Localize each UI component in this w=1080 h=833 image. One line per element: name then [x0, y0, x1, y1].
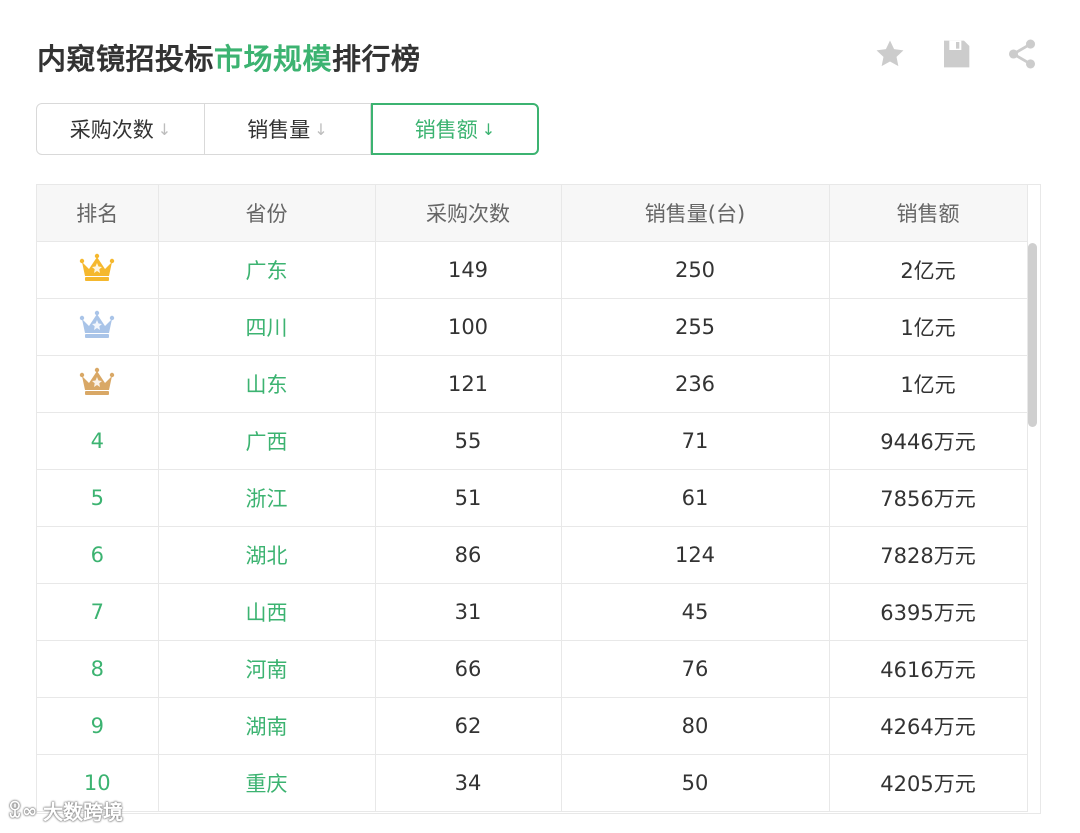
ranking-table: 排名 省份 采购次数 销售量(台) 销售额 广东 149 250 2亿元 四川 100 25… [36, 184, 1041, 814]
province-cell[interactable]: 重庆 [158, 754, 376, 812]
sales-amount-cell: 9446万元 [829, 412, 1028, 470]
rank-cell: 5 [37, 469, 159, 527]
crown-icon [80, 253, 115, 281]
header-purchase-count[interactable]: 采购次数 [375, 185, 562, 242]
rank-cell [37, 298, 159, 356]
rank-cell: 4 [37, 412, 159, 470]
sales-volume-cell: 45 [561, 583, 830, 641]
header-rank[interactable]: 排名 [37, 185, 159, 242]
province-cell[interactable]: 湖南 [158, 697, 376, 755]
crown-icon [80, 310, 115, 338]
title-prefix: 内窥镜招投标 [37, 42, 215, 76]
province-cell[interactable]: 河南 [158, 640, 376, 698]
share-icon[interactable] [1004, 36, 1040, 72]
province-cell[interactable]: 山东 [158, 355, 376, 413]
purchase-count-cell: 62 [375, 697, 562, 755]
purchase-count-cell: 55 [375, 412, 562, 470]
table-row[interactable]: 8 河南 66 76 4616万元 [37, 640, 1028, 698]
province-cell[interactable]: 四川 [158, 298, 376, 356]
rank-cell: 8 [37, 640, 159, 698]
rank-cell: 7 [37, 583, 159, 641]
scrollbar[interactable] [1028, 243, 1037, 427]
purchase-count-cell: 66 [375, 640, 562, 698]
rank-cell [37, 355, 159, 413]
sales-amount-cell: 1亿元 [829, 355, 1028, 413]
star-icon[interactable] [872, 36, 908, 72]
sales-amount-cell: 7828万元 [829, 526, 1028, 584]
header-sales-amount[interactable]: 销售额 [829, 185, 1028, 242]
sales-volume-cell: 50 [561, 754, 830, 812]
sales-volume-cell: 250 [561, 241, 830, 299]
sales-volume-cell: 80 [561, 697, 830, 755]
sales-volume-cell: 76 [561, 640, 830, 698]
table-row[interactable]: 6 湖北 86 124 7828万元 [37, 526, 1028, 584]
crown-icon [80, 367, 115, 395]
sort-arrow-icon: ↓ [481, 119, 496, 139]
table-row[interactable]: 广东 149 250 2亿元 [37, 241, 1028, 299]
toolbar [872, 36, 1040, 72]
sort-tabs: 采购次数 ↓ 销售量 ↓ 销售额 ↓ [36, 103, 539, 155]
table-row[interactable]: 山东 121 236 1亿元 [37, 355, 1028, 413]
sales-amount-cell: 1亿元 [829, 298, 1028, 356]
table-row[interactable]: 4 广西 55 71 9446万元 [37, 412, 1028, 470]
title-highlight: 市场规模 [214, 42, 333, 76]
watermark-logo-icon: ꀾ∞ [8, 801, 38, 822]
save-icon[interactable] [938, 36, 974, 72]
sales-amount-cell: 4616万元 [829, 640, 1028, 698]
sales-amount-cell: 4264万元 [829, 697, 1028, 755]
watermark-text: 大数跨境 [43, 800, 124, 824]
province-cell[interactable]: 广东 [158, 241, 376, 299]
table-row[interactable]: 四川 100 255 1亿元 [37, 298, 1028, 356]
province-cell[interactable]: 广西 [158, 412, 376, 470]
province-cell[interactable]: 山西 [158, 583, 376, 641]
sales-volume-cell: 71 [561, 412, 830, 470]
tab-label: 销售量 [247, 118, 311, 142]
sales-volume-cell: 236 [561, 355, 830, 413]
sort-arrow-icon: ↓ [314, 119, 328, 139]
purchase-count-cell: 34 [375, 754, 562, 812]
table-row[interactable]: 5 浙江 51 61 7856万元 [37, 469, 1028, 527]
title-suffix: 排行榜 [332, 42, 421, 76]
purchase-count-cell: 100 [375, 298, 562, 356]
sales-amount-cell: 7856万元 [829, 469, 1028, 527]
province-cell[interactable]: 浙江 [158, 469, 376, 527]
sales-volume-cell: 255 [561, 298, 830, 356]
table-row[interactable]: 7 山西 31 45 6395万元 [37, 583, 1028, 641]
purchase-count-cell: 51 [375, 469, 562, 527]
table-header-row: 排名 省份 采购次数 销售量(台) 销售额 [37, 185, 1028, 242]
purchase-count-cell: 121 [375, 355, 562, 413]
rank-cell: 9 [37, 697, 159, 755]
tab-purchase-count[interactable]: 采购次数 ↓ [36, 103, 205, 155]
tab-label: 销售额 [414, 118, 478, 142]
page: 内窥镜招投标市场规模排行榜 采购次数 ↓ 销售量 ↓ 销售额 ↓ 排名 省份 采… [0, 0, 1080, 833]
tab-sales-amount[interactable]: 销售额 ↓ [371, 103, 539, 155]
sales-volume-cell: 61 [561, 469, 830, 527]
sort-arrow-icon: ↓ [157, 119, 172, 139]
rank-cell: 6 [37, 526, 159, 584]
province-cell[interactable]: 湖北 [158, 526, 376, 584]
purchase-count-cell: 86 [375, 526, 562, 584]
sales-amount-cell: 6395万元 [829, 583, 1028, 641]
tab-label: 采购次数 [69, 118, 154, 142]
purchase-count-cell: 149 [375, 241, 562, 299]
purchase-count-cell: 31 [375, 583, 562, 641]
page-title: 内窥镜招投标市场规模排行榜 [37, 36, 421, 78]
table-row[interactable]: 10 重庆 34 50 4205万元 [37, 754, 1028, 812]
sales-amount-cell: 2亿元 [829, 241, 1028, 299]
header-province[interactable]: 省份 [158, 185, 376, 242]
sales-volume-cell: 124 [561, 526, 830, 584]
tab-sales-volume[interactable]: 销售量 ↓ [205, 103, 371, 155]
sales-amount-cell: 4205万元 [829, 754, 1028, 812]
table-row[interactable]: 9 湖南 62 80 4264万元 [37, 697, 1028, 755]
rank-cell [37, 241, 159, 299]
watermark: ꀾ∞ 大数跨境 [8, 796, 123, 825]
header-sales-volume[interactable]: 销售量(台) [561, 185, 830, 242]
